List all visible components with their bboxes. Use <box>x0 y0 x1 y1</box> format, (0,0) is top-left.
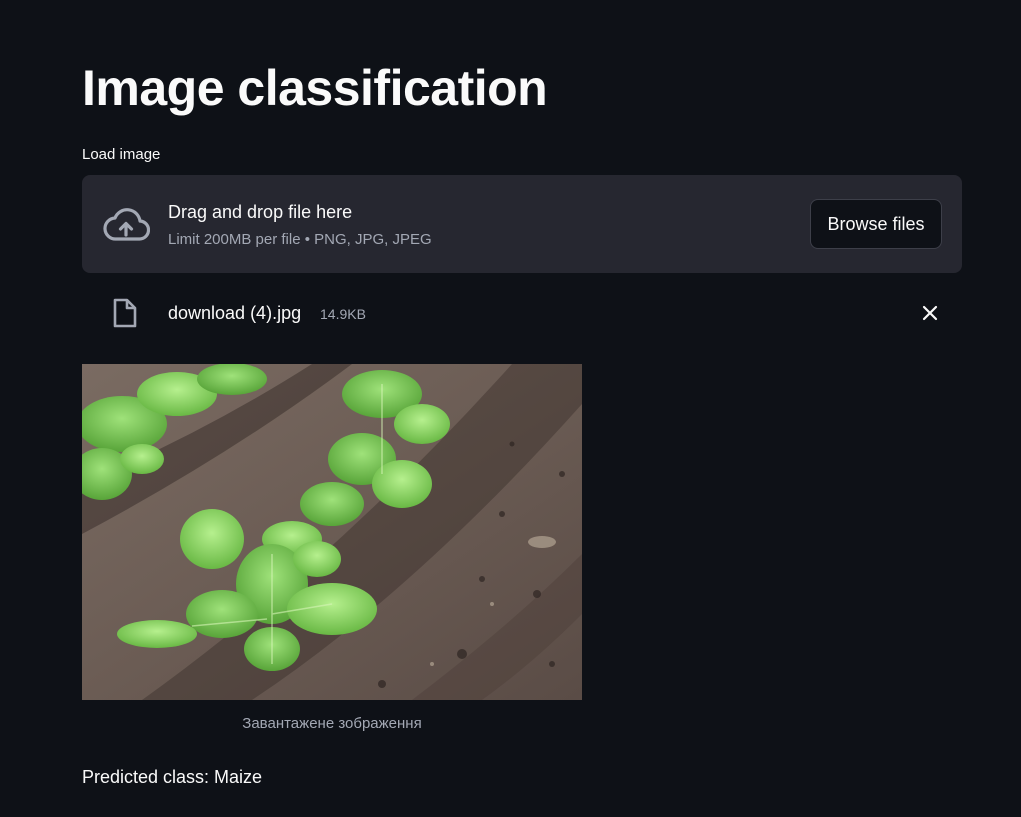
plant-seedlings-photo <box>82 364 582 700</box>
uploaded-file-row: download (4).jpg 14.9KB <box>82 292 962 334</box>
page-title: Image classification <box>82 60 548 116</box>
dropzone-text: Drag and drop file here Limit 200MB per … <box>168 200 432 250</box>
image-caption: Завантажене зображення <box>242 715 422 732</box>
uploader-label: Load image <box>82 146 161 163</box>
cloud-upload-icon <box>103 208 150 241</box>
uploaded-file-size: 14.9KB <box>320 306 366 322</box>
dropzone-limits: Limit 200MB per file • PNG, JPG, JPEG <box>168 231 432 248</box>
app-page: Image classification Load image Drag and… <box>0 0 1021 817</box>
uploaded-file-name: download (4).jpg <box>168 303 302 323</box>
dropzone-instruction: Drag and drop file here <box>168 202 353 222</box>
close-icon <box>922 305 938 321</box>
uploaded-image <box>82 364 582 700</box>
remove-file-button[interactable] <box>916 299 944 327</box>
browse-files-button[interactable]: Browse files <box>810 199 942 249</box>
file-icon <box>113 298 137 328</box>
file-dropzone[interactable]: Drag and drop file here Limit 200MB per … <box>82 175 962 273</box>
prediction-result: Predicted class: Maize <box>82 767 263 787</box>
